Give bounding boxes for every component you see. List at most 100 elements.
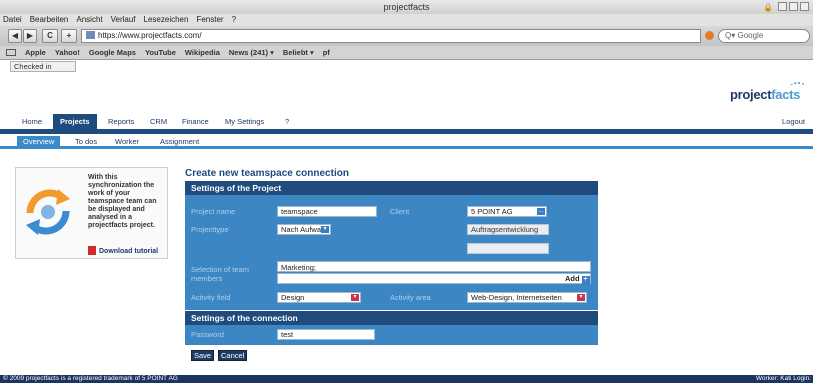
password-label: Password (191, 330, 224, 339)
save-button[interactable]: Save (191, 350, 215, 361)
nav-projects[interactable]: Projects (53, 114, 97, 129)
back-button[interactable]: ◀ (8, 29, 22, 43)
nav-finance[interactable]: Finance (182, 114, 209, 129)
bookmark-item[interactable]: Yahoo! (55, 46, 80, 59)
url-text: https://www.projectfacts.com/ (98, 31, 202, 40)
activity-field-select[interactable]: Design ▾ (277, 292, 361, 303)
menu-file[interactable]: Datei (3, 14, 22, 26)
projecttype-label: Projecttype (191, 225, 229, 234)
add-bookmark-button[interactable]: + (61, 29, 77, 43)
close-button[interactable] (800, 2, 809, 11)
team-members-input[interactable]: Marketing; (277, 261, 591, 272)
download-tutorial-label: Download tutorial (99, 248, 159, 255)
section-connection-body: Password test (185, 325, 598, 345)
menu-bookmarks[interactable]: Lesezeichen (144, 14, 189, 26)
menu-edit[interactable]: Bearbeiten (30, 14, 69, 26)
empty-readonly-box (467, 243, 549, 254)
browser-toolbar: ◀ ▶ C + https://www.projectfacts.com/ Q▾… (0, 26, 813, 46)
download-tutorial-link[interactable]: Download tutorial (88, 246, 158, 255)
bookmark-item[interactable]: YouTube (145, 46, 176, 59)
bookmark-item[interactable]: Beliebt ▾ (283, 46, 314, 59)
logo-text: project (730, 87, 772, 102)
nav-reports[interactable]: Reports (108, 114, 134, 129)
activity-field-label: Activity field (191, 293, 231, 302)
search-placeholder: Google (737, 31, 764, 40)
reload-button[interactable]: C (42, 29, 58, 43)
bookmarks-bar: Apple Yahoo! Google Maps YouTube Wikiped… (0, 46, 813, 60)
nav-divider (0, 129, 813, 134)
tab-worker[interactable]: Worker (115, 136, 139, 149)
window-titlebar: projectfacts 🔒 (0, 0, 813, 14)
url-bar[interactable]: https://www.projectfacts.com/ (81, 29, 701, 43)
menu-history[interactable]: Verlauf (111, 14, 136, 26)
tab-assignment[interactable]: Assignment (160, 136, 199, 149)
nav-my-settings[interactable]: My Settings (225, 114, 264, 129)
nav-crm[interactable]: CRM (150, 114, 167, 129)
bookmark-item[interactable]: Wikipedia (185, 46, 220, 59)
bookmark-item[interactable]: Google Maps (89, 46, 136, 59)
maximize-button[interactable] (789, 2, 798, 11)
activity-area-select[interactable]: Web-Design, Internetseiten ▾ (467, 292, 587, 303)
checked-in-label: Checked in (14, 62, 52, 71)
section-project-header: Settings of the Project (185, 181, 598, 195)
menu-view[interactable]: Ansicht (76, 14, 102, 26)
rss-icon[interactable] (705, 31, 714, 40)
client-select[interactable]: 5 POINT AG … (467, 206, 547, 217)
cancel-button[interactable]: Cancel (218, 350, 248, 361)
bookmark-item[interactable]: pf (323, 46, 330, 59)
chevron-down-icon: ▾ (351, 294, 359, 301)
back-icon: ◀ (11, 31, 19, 40)
chevron-down-icon: ▾ (577, 294, 585, 301)
chevron-down-icon: … (537, 208, 545, 215)
teamspace-info-box: With this synchronization the work of yo… (15, 167, 168, 259)
search-input[interactable]: Q▾ Google (718, 29, 810, 43)
tab-todos[interactable]: To dos (75, 136, 97, 149)
menu-window[interactable]: Fenster (196, 14, 223, 26)
bookmark-item[interactable]: News (241) ▾ (229, 46, 274, 59)
page-title: Create new teamspace connection (185, 168, 349, 179)
forward-button[interactable]: ▶ (23, 29, 37, 43)
chevron-down-icon: ▾ (321, 226, 329, 233)
checked-in-badge[interactable]: Checked in (10, 61, 76, 72)
forward-icon: ▶ (26, 31, 34, 40)
footer: © 2009 projectfacts is a registered trad… (0, 375, 813, 383)
favicon-icon (86, 31, 95, 39)
sub-nav: Overview To dos Worker Assignment (0, 135, 813, 149)
tab-overview[interactable]: Overview (17, 136, 61, 149)
search-icon: Q▾ (725, 31, 738, 40)
section-project-body: Project name teamspace Client 5 POINT AG… (185, 195, 598, 310)
activity-area-label: Activity area (390, 293, 431, 302)
plus-icon: + (581, 276, 590, 284)
minimize-button[interactable] (778, 2, 787, 11)
reload-icon: C (47, 31, 53, 40)
menu-help[interactable]: ? (232, 14, 236, 26)
nav-home[interactable]: Home (22, 114, 42, 129)
worker-login-text: Worker: Kati Login: (755, 375, 811, 382)
add-label: Add (565, 274, 580, 283)
activity-area-value: Web-Design, Internetseiten (471, 293, 562, 302)
add-member-button[interactable]: Add + (565, 274, 590, 284)
menu-bar: Datei Bearbeiten Ansicht Verlauf Lesezei… (0, 14, 813, 26)
logout-link[interactable]: Logout (782, 114, 805, 129)
copyright-text: © 2009 projectfacts is a registered trad… (3, 375, 178, 382)
password-input[interactable]: test (277, 329, 375, 340)
projecttype-select[interactable]: Nach Aufwand ▾ (277, 224, 331, 235)
client-label: Client (390, 207, 410, 216)
team-members-list[interactable] (277, 273, 591, 284)
bookmark-item[interactable]: Apple (25, 46, 46, 59)
window-controls (778, 2, 809, 11)
project-name-input[interactable]: teamspace (277, 206, 377, 217)
nav-help[interactable]: ? (285, 114, 289, 129)
auftrag-box: Auftragsentwicklung (467, 224, 549, 235)
logo-arc-icon (790, 82, 806, 91)
plus-icon: + (66, 31, 72, 40)
info-description: With this synchronization the work of yo… (88, 174, 157, 229)
main-nav: Home Projects Reports CRM Finance My Set… (0, 114, 813, 129)
bookmarks-book-icon[interactable] (6, 49, 16, 56)
client-value: 5 POINT AG (471, 207, 513, 216)
lock-icon: 🔒 (763, 3, 773, 12)
project-name-label: Project name (191, 207, 236, 216)
section-connection-header: Settings of the connection (185, 311, 598, 325)
team-members-label: Selection of team members (191, 265, 249, 283)
window-title: projectfacts (383, 2, 430, 12)
